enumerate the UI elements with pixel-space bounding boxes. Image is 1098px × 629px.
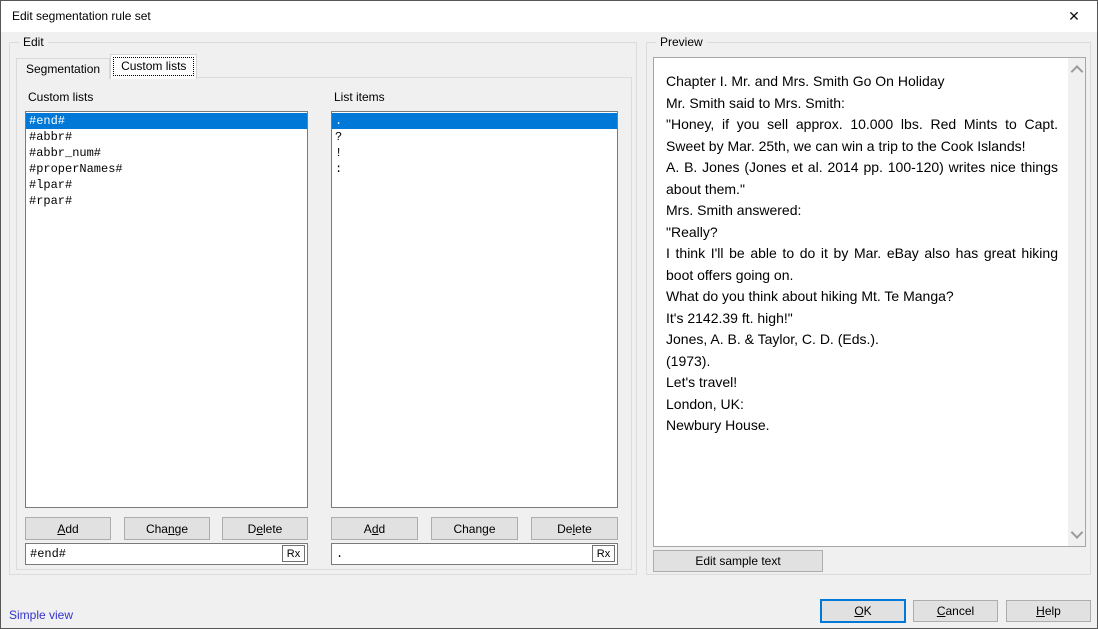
custom-list-item[interactable]: #lpar# — [26, 177, 307, 193]
list-items-add-button[interactable]: Add — [331, 517, 418, 540]
custom-list-item[interactable]: #properNames# — [26, 161, 307, 177]
preview-paragraph: Mr. Smith said to Mrs. Smith: — [666, 93, 1058, 115]
preview-paragraph: London, UK: — [666, 394, 1058, 416]
edit-group: Edit Segmentation Custom lists Custom li… — [9, 42, 637, 575]
custom-lists-label: Custom lists — [28, 90, 93, 104]
list-item-input[interactable]: . Rx — [331, 543, 618, 565]
tab-segmentation[interactable]: Segmentation — [16, 58, 110, 79]
close-icon[interactable]: ✕ — [1051, 1, 1097, 32]
edit-segmentation-rule-set-dialog: Edit segmentation rule set ✕ Edit Segmen… — [0, 0, 1098, 629]
custom-lists-delete-button[interactable]: Delete — [222, 517, 308, 540]
preview-paragraph: (1973). — [666, 351, 1058, 373]
list-item-entry[interactable]: . — [332, 113, 617, 129]
custom-list-item[interactable]: #abbr_num# — [26, 145, 307, 161]
preview-paragraph: Let's travel! — [666, 372, 1058, 394]
custom-list-item[interactable]: #abbr# — [26, 129, 307, 145]
list-items-delete-button[interactable]: Delete — [531, 517, 618, 540]
cancel-button[interactable]: Cancel — [913, 600, 998, 622]
preview-text: Chapter I. Mr. and Mrs. Smith Go On Holi… — [654, 58, 1068, 546]
custom-list-regex-button[interactable]: Rx — [282, 545, 305, 562]
preview-paragraph: Chapter I. Mr. and Mrs. Smith Go On Holi… — [666, 71, 1058, 93]
preview-group: Preview Chapter I. Mr. and Mrs. Smith Go… — [646, 42, 1091, 575]
title-bar: Edit segmentation rule set ✕ — [1, 1, 1097, 32]
custom-list-name-input[interactable]: #end# Rx — [25, 543, 308, 565]
preview-pane: Chapter I. Mr. and Mrs. Smith Go On Holi… — [653, 57, 1086, 547]
dialog-title: Edit segmentation rule set — [12, 9, 151, 23]
ok-button[interactable]: OK — [820, 599, 906, 623]
preview-paragraph: I think I'll be able to do it by Mar. eB… — [666, 243, 1058, 286]
custom-list-item[interactable]: #end# — [26, 113, 307, 129]
custom-list-name-value: #end# — [30, 546, 66, 562]
edit-sample-text-button[interactable]: Edit sample text — [653, 550, 823, 572]
custom-lists-listbox[interactable]: #end##abbr##abbr_num##properNames##lpar#… — [25, 111, 308, 508]
preview-scrollbar[interactable] — [1068, 58, 1085, 546]
custom-lists-tab-panel: Custom lists List items #end##abbr##abbr… — [16, 77, 632, 570]
tab-strip: Segmentation Custom lists — [16, 54, 197, 79]
preview-paragraph: Mrs. Smith answered: — [666, 200, 1058, 222]
list-items-listbox[interactable]: .?!: — [331, 111, 618, 508]
list-items-label: List items — [334, 90, 385, 104]
preview-group-label: Preview — [656, 35, 707, 49]
preview-paragraph: Newbury House. — [666, 415, 1058, 437]
list-item-entry[interactable]: : — [332, 161, 617, 177]
scroll-up-icon[interactable] — [1070, 65, 1083, 78]
list-item-regex-button[interactable]: Rx — [592, 545, 615, 562]
list-items-change-button[interactable]: Change — [431, 517, 518, 540]
preview-paragraph: "Really? — [666, 222, 1058, 244]
preview-paragraph: It's 2142.39 ft. high!" — [666, 308, 1058, 330]
preview-paragraph: "Honey, if you sell approx. 10.000 lbs. … — [666, 114, 1058, 157]
preview-paragraph: What do you think about hiking Mt. Te Ma… — [666, 286, 1058, 308]
custom-lists-change-button[interactable]: Change — [124, 517, 210, 540]
preview-paragraph: A. B. Jones (Jones et al. 2014 pp. 100-1… — [666, 157, 1058, 200]
edit-group-label: Edit — [19, 35, 48, 49]
help-button[interactable]: Help — [1006, 600, 1091, 622]
custom-lists-add-button[interactable]: Add — [25, 517, 111, 540]
simple-view-link[interactable]: Simple view — [9, 608, 73, 622]
custom-list-item[interactable]: #rpar# — [26, 193, 307, 209]
list-item-value: . — [336, 546, 343, 562]
list-item-entry[interactable]: ! — [332, 145, 617, 161]
tab-custom-lists[interactable]: Custom lists — [110, 54, 197, 79]
scroll-down-icon[interactable] — [1070, 526, 1083, 539]
preview-paragraph: Jones, A. B. & Taylor, C. D. (Eds.). — [666, 329, 1058, 351]
list-item-entry[interactable]: ? — [332, 129, 617, 145]
